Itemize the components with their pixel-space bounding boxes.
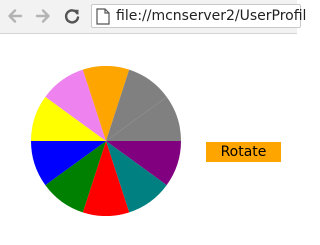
- rotate-button[interactable]: Rotate: [206, 142, 281, 162]
- forward-button[interactable]: [33, 6, 53, 26]
- reload-icon: [64, 9, 80, 24]
- page-icon: [96, 8, 110, 25]
- back-button[interactable]: [5, 6, 25, 26]
- reload-button[interactable]: [62, 6, 82, 26]
- url-text: file://mcnserver2/UserProfil: [116, 8, 307, 24]
- pie-chart: [31, 65, 181, 217]
- browser-toolbar: file://mcnserver2/UserProfil: [0, 0, 306, 34]
- address-bar[interactable]: file://mcnserver2/UserProfil: [91, 4, 306, 28]
- pie-svg: [31, 65, 181, 217]
- back-arrow-icon: [8, 9, 23, 23]
- forward-arrow-icon: [35, 9, 50, 23]
- page-content: Rotate: [0, 34, 297, 245]
